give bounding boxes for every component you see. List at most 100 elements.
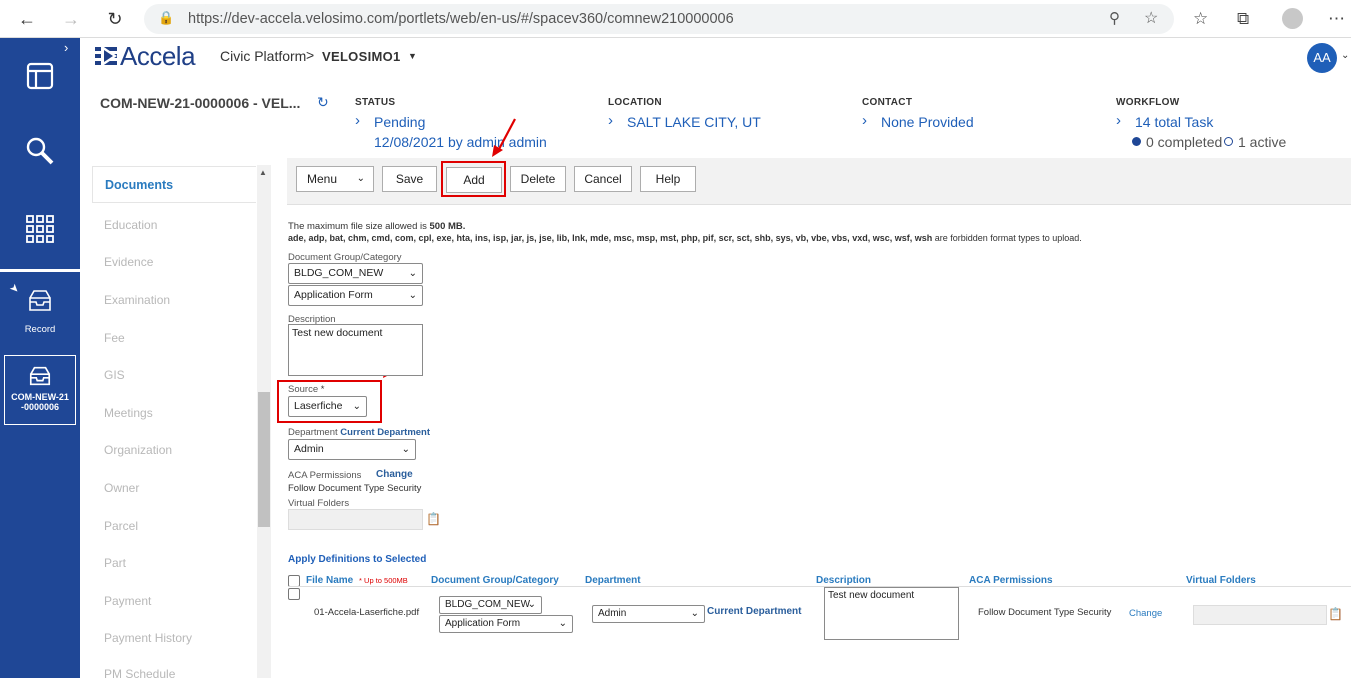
- max-size-prefix: The maximum file size allowed is: [288, 221, 430, 232]
- tab-evidence[interactable]: Evidence: [104, 255, 153, 269]
- highlight-box: [277, 380, 382, 423]
- chevron-down-icon[interactable]: ⌄: [1341, 50, 1349, 61]
- active-dot-icon: [1224, 137, 1233, 146]
- tab-examination[interactable]: Examination: [104, 293, 170, 307]
- group-select-value: BLDG_COM_NEW: [294, 267, 384, 279]
- zoom-icon[interactable]: ⚲: [1109, 9, 1120, 27]
- row-group-select[interactable]: BLDG_COM_NEW ⌄: [439, 596, 542, 614]
- tab-payment[interactable]: Payment: [104, 594, 151, 608]
- favorites-icon[interactable]: ☆: [1193, 9, 1208, 29]
- tab-gis[interactable]: GIS: [104, 368, 125, 382]
- chevron-right-icon[interactable]: ›: [1116, 112, 1121, 129]
- tab-pm-schedule[interactable]: PM Schedule: [104, 667, 175, 681]
- tab-organization[interactable]: Organization: [104, 443, 172, 457]
- more-icon[interactable]: ⋯: [1328, 9, 1345, 29]
- nav-active-record[interactable]: COM-NEW-21 -0000006: [4, 355, 76, 425]
- back-icon[interactable]: ←: [17, 9, 37, 29]
- chevron-down-icon: ⌄: [527, 599, 536, 610]
- nav-record-label[interactable]: Record: [0, 324, 80, 335]
- chevron-right-icon[interactable]: ›: [608, 112, 613, 129]
- tab-fee[interactable]: Fee: [104, 331, 125, 345]
- virtual-folders-input[interactable]: [288, 509, 423, 530]
- row-group-value: BLDG_COM_NEW: [445, 599, 531, 610]
- help-button[interactable]: Help: [640, 166, 696, 192]
- search-icon[interactable]: [22, 133, 58, 169]
- row-category-select[interactable]: Application Form ⌄: [439, 615, 573, 633]
- th-file-name: File Name * Up to 500MB: [306, 575, 408, 586]
- status-value[interactable]: Pending: [374, 114, 425, 130]
- apps-grid-icon[interactable]: [22, 211, 58, 247]
- record-inbox-icon[interactable]: [26, 286, 54, 314]
- side-scrollbar-thumb[interactable]: [258, 392, 270, 527]
- tab-meetings[interactable]: Meetings: [104, 406, 153, 420]
- row-aca-change-link[interactable]: Change: [1129, 608, 1162, 619]
- caret-down-icon[interactable]: ▼: [408, 51, 417, 61]
- tab-education[interactable]: Education: [104, 218, 157, 232]
- row-checkbox[interactable]: [288, 588, 300, 600]
- workflow-active: 1 active: [1238, 134, 1287, 150]
- save-button[interactable]: Save: [382, 166, 437, 192]
- description-textarea[interactable]: Test new document: [288, 324, 423, 376]
- cancel-button[interactable]: Cancel: [574, 166, 632, 192]
- nav-divider: [0, 269, 80, 272]
- row-description-textarea[interactable]: Test new document: [824, 587, 959, 640]
- max-size-note: The maximum file size allowed is 500 MB.: [288, 221, 465, 232]
- folder-picker-icon[interactable]: 📋: [1328, 607, 1343, 621]
- profile-icon[interactable]: [1282, 8, 1303, 29]
- delete-button[interactable]: Delete: [510, 166, 566, 192]
- department-label: Department Current Department: [288, 427, 430, 438]
- collections-icon[interactable]: ⧉: [1237, 9, 1249, 29]
- left-navigation: ➤ Record COM-NEW-21 -0000006: [0, 38, 80, 678]
- pin-icon[interactable]: ➤: [7, 281, 23, 296]
- row-department-current-link[interactable]: Current Department: [707, 606, 801, 617]
- tab-parcel[interactable]: Parcel: [104, 519, 138, 533]
- folder-picker-icon[interactable]: 📋: [426, 512, 441, 526]
- location-value[interactable]: SALT LAKE CITY, UT: [627, 114, 761, 130]
- reload-icon[interactable]: ↻: [105, 9, 125, 29]
- description-value: Test new document: [292, 327, 383, 339]
- workflow-label: WORKFLOW: [1116, 97, 1180, 108]
- th-group: Document Group/Category: [431, 575, 559, 586]
- contact-value[interactable]: None Provided: [881, 114, 974, 130]
- chevron-down-icon: ⌄: [356, 173, 365, 184]
- chevron-right-icon[interactable]: ›: [862, 112, 867, 129]
- tab-documents[interactable]: Documents: [92, 166, 256, 203]
- department-select[interactable]: Admin ⌄: [288, 439, 416, 460]
- aca-change-link[interactable]: Change: [376, 469, 413, 480]
- expand-nav-icon[interactable]: ›: [64, 40, 68, 55]
- dashboard-icon[interactable]: [22, 58, 58, 94]
- favorite-add-icon[interactable]: ☆: [1144, 8, 1158, 28]
- scroll-up-icon[interactable]: ▲: [259, 168, 267, 177]
- url-text: https://dev-accela.velosimo.com/portlets…: [188, 11, 734, 27]
- row-aca-value: Follow Document Type Security: [978, 607, 1112, 618]
- category-select[interactable]: Application Form ⌄: [288, 285, 423, 306]
- row-file-name: 01-Accela-Laserfiche.pdf: [314, 607, 420, 618]
- breadcrumb-agency[interactable]: VELOSIMO1: [322, 49, 401, 64]
- row-virtual-folders-input[interactable]: [1193, 605, 1327, 625]
- tab-part[interactable]: Part: [104, 556, 126, 570]
- breadcrumb-app[interactable]: Civic Platform: [220, 48, 306, 64]
- workflow-value[interactable]: 14 total Task: [1135, 114, 1213, 130]
- group-select[interactable]: BLDG_COM_NEW ⌄: [288, 263, 423, 284]
- address-bar[interactable]: 🔒 https://dev-accela.velosimo.com/portle…: [144, 4, 1174, 34]
- apply-definitions-title: Apply Definitions to Selected: [288, 554, 427, 565]
- max-size-value: 500 MB.: [429, 221, 466, 232]
- forbidden-suffix: are forbidden format types to upload.: [932, 233, 1082, 243]
- lock-icon[interactable]: 🔒: [158, 10, 174, 26]
- menu-button[interactable]: Menu ⌄: [296, 166, 374, 192]
- contact-label: CONTACT: [862, 97, 913, 108]
- group-label: Document Group/Category: [288, 252, 402, 263]
- chevron-down-icon: ⌄: [690, 608, 699, 619]
- tab-owner[interactable]: Owner: [104, 481, 139, 495]
- forward-icon[interactable]: →: [61, 9, 81, 29]
- chevron-right-icon[interactable]: ›: [355, 112, 360, 129]
- highlight-box: [441, 161, 506, 197]
- virtual-folders-label: Virtual Folders: [288, 498, 350, 509]
- tab-payment-history[interactable]: Payment History: [104, 631, 192, 645]
- menu-button-label: Menu: [307, 172, 338, 186]
- status-label: STATUS: [355, 97, 396, 108]
- refresh-icon[interactable]: ↻: [317, 94, 329, 111]
- row-department-select[interactable]: Admin ⌄: [592, 605, 705, 623]
- avatar[interactable]: AA: [1307, 43, 1337, 73]
- department-current-link[interactable]: Current Department: [340, 427, 430, 438]
